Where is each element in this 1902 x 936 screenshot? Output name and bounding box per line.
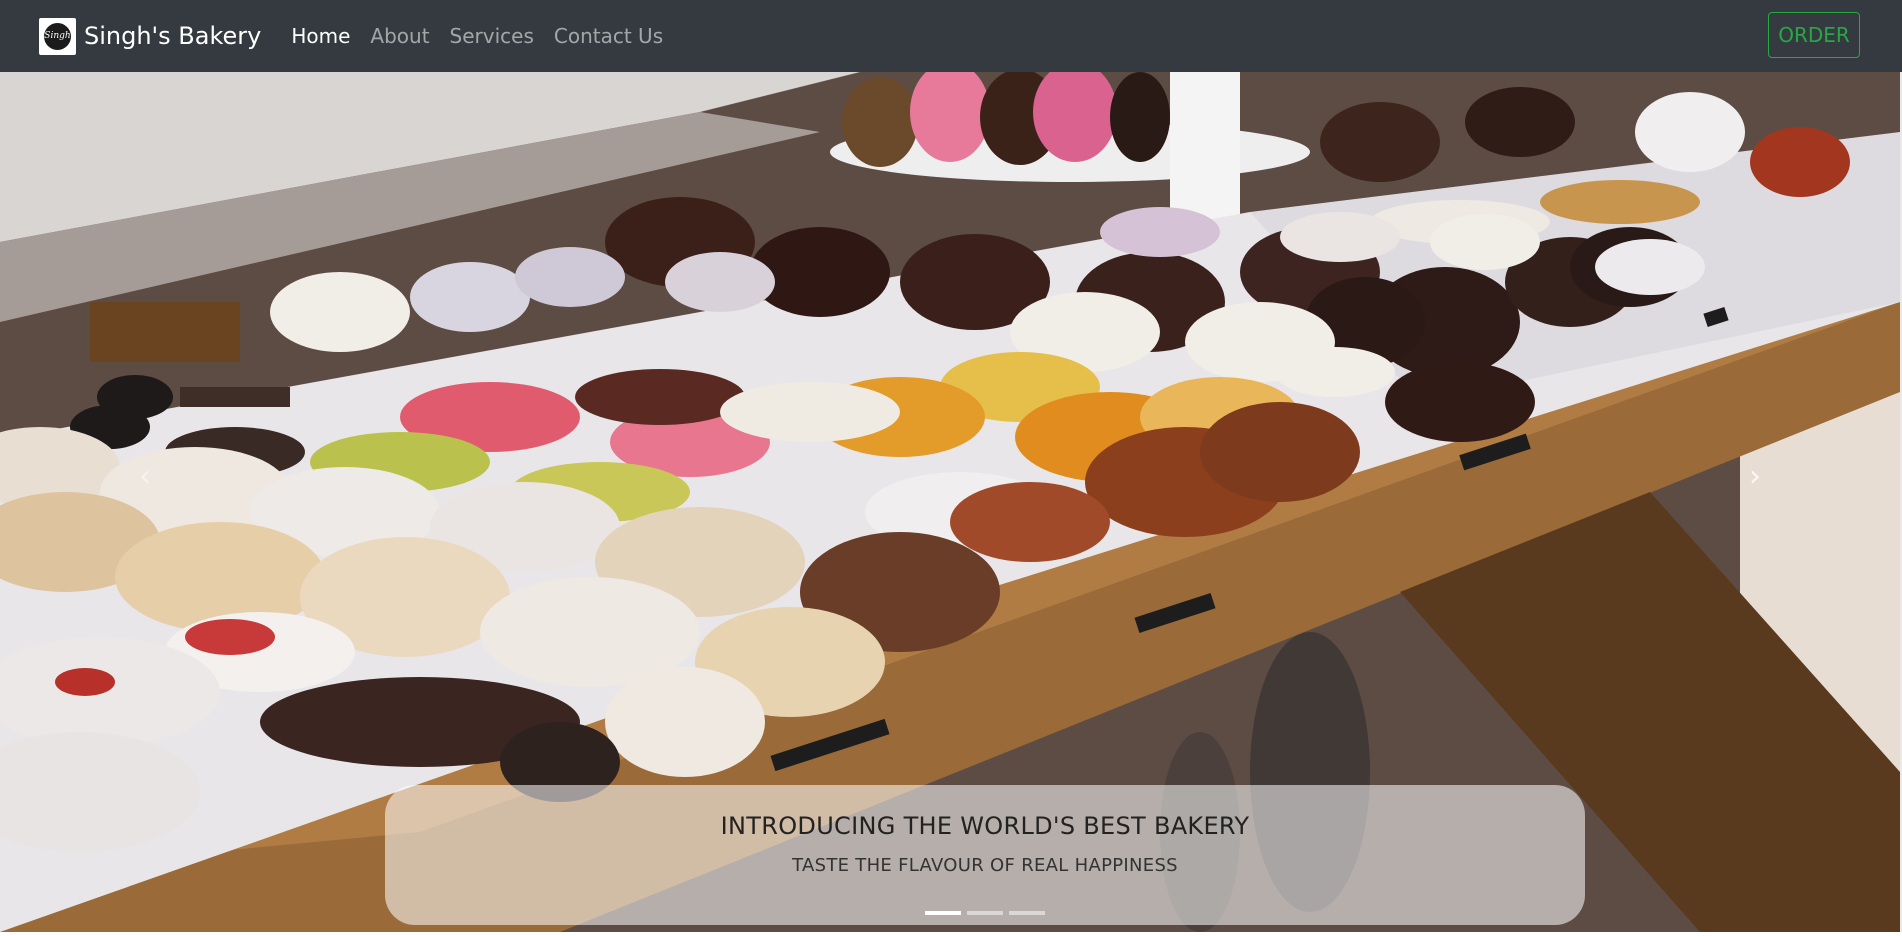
brand-link[interactable]: Singh Singh's Bakery [39, 17, 262, 55]
brand-name: Singh's Bakery [84, 22, 262, 50]
hero-carousel: ‹ › INTRODUCING THE WORLD'S BEST BAKERY … [0, 72, 1900, 932]
nav-home[interactable]: Home [291, 24, 350, 48]
next-slide-icon[interactable]: › [1735, 457, 1775, 497]
bakery-logo-icon: Singh [39, 17, 76, 55]
order-button[interactable]: ORDER [1768, 12, 1860, 58]
nav-contact[interactable]: Contact Us [554, 24, 663, 48]
indicator-1[interactable] [925, 911, 961, 915]
indicator-3[interactable] [1009, 911, 1045, 915]
nav-links: Home About Services Contact Us [291, 24, 683, 48]
prev-slide-icon[interactable]: ‹ [125, 457, 165, 497]
caption-title: INTRODUCING THE WORLD'S BEST BAKERY [720, 812, 1250, 840]
indicator-2[interactable] [967, 911, 1003, 915]
caption-subtitle: TASTE THE FLAVOUR OF REAL HAPPINESS [792, 855, 1178, 876]
carousel-indicators [385, 911, 1585, 915]
navbar: Singh Singh's Bakery Home About Services… [0, 0, 1902, 72]
nav-about[interactable]: About [370, 24, 429, 48]
logo-disc: Singh [44, 22, 71, 50]
carousel-caption: INTRODUCING THE WORLD'S BEST BAKERY TAST… [385, 785, 1585, 925]
nav-services[interactable]: Services [450, 24, 534, 48]
